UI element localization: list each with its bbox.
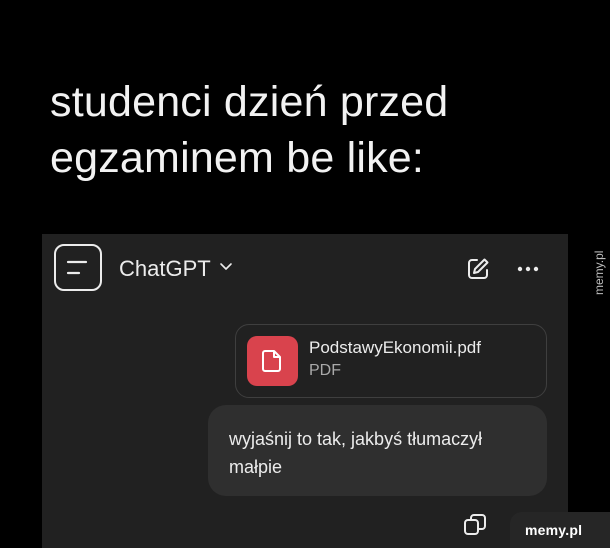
new-chat-icon[interactable] <box>465 256 491 282</box>
memy-logo: memy.pl <box>510 512 610 548</box>
memy-logo-text: memy.pl <box>525 522 583 538</box>
caption-line-2: egzaminem be like: <box>50 134 425 182</box>
more-horizontal-icon[interactable] <box>515 256 541 282</box>
side-watermark: memy.pl <box>592 251 606 295</box>
sidebar-menu-icon <box>66 260 88 275</box>
copy-icon[interactable] <box>462 512 488 538</box>
attachment-card[interactable]: PodstawyEkonomii.pdf PDF <box>235 324 547 398</box>
attachment-file-type: PDF <box>309 362 341 379</box>
chat-header: ChatGPT <box>42 234 568 306</box>
chatgpt-screen: ChatGPT PodstawyEkonomii.pdf PDF wyjaśni… <box>42 234 568 548</box>
sidebar-menu-button[interactable] <box>54 244 102 291</box>
document-icon <box>247 336 298 386</box>
caption-line-1: studenci dzień przed <box>50 78 449 126</box>
user-message-bubble: wyjaśnij to tak, jakbyś tłumaczył małpie <box>208 405 547 496</box>
chevron-down-icon[interactable] <box>219 260 233 274</box>
model-title: ChatGPT <box>119 256 211 281</box>
meme-caption: studenci dzień przed egzaminem be like: <box>50 74 570 186</box>
side-watermark-text: memy.pl <box>592 251 606 295</box>
user-message-text: wyjaśnij to tak, jakbyś tłumaczył małpie <box>229 429 483 477</box>
attachment-file-name: PodstawyEkonomii.pdf <box>309 338 481 357</box>
model-selector[interactable]: ChatGPT <box>119 256 211 282</box>
